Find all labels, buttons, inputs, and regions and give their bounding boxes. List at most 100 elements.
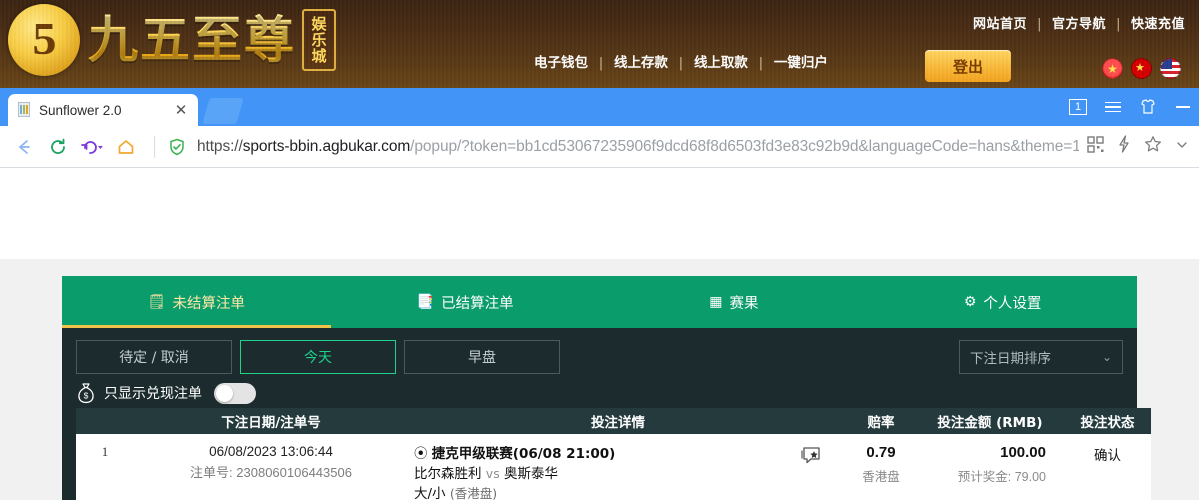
reload-icon[interactable]	[44, 133, 72, 161]
status-badge: 确认	[1094, 448, 1121, 463]
mid-link-transfer[interactable]: 一键归户	[774, 55, 828, 71]
bets-table-head: 下注日期/注单号 投注详情 赔率 投注金额 (RMB) 投注状态	[76, 408, 1151, 434]
settled-ticket-icon: 📑	[416, 294, 435, 310]
money-bag-icon: $	[76, 382, 96, 404]
bets-table: 下注日期/注单号 投注详情 赔率 投注金额 (RMB) 投注状态 1 06/08…	[76, 408, 1151, 500]
flag-cn-alt-icon[interactable]	[1102, 58, 1123, 79]
logo-badge: 娱 乐 城	[302, 9, 336, 71]
tab-unsettled-bets-label: 未结算注单	[172, 295, 246, 312]
chevron-down-icon: ⌄	[1101, 350, 1112, 364]
tab-unsettled-bets[interactable]: 🗒 未结算注单	[62, 276, 331, 328]
minimize-icon[interactable]	[1175, 106, 1191, 108]
cashout-toggle-switch[interactable]	[214, 382, 256, 404]
gear-icon: ⚙	[963, 294, 977, 310]
header-top-links: 网站首页 | 官方导航 | 快速充值	[973, 13, 1185, 32]
new-tab-button[interactable]	[202, 98, 244, 124]
mid-link-sep-3: |	[758, 55, 764, 71]
row-market: 大/小	[414, 486, 446, 500]
bookmark-star-icon[interactable]	[1144, 135, 1162, 158]
urlbar-divider	[154, 135, 155, 158]
mid-link-wallet[interactable]: 电子钱包	[534, 55, 588, 71]
filter-pending-cancelled[interactable]: 待定 / 取消	[76, 340, 232, 374]
top-link-sep-1: |	[1037, 17, 1042, 32]
table-row[interactable]: 1 06/08/2023 13:06:44 注单号: 2308060106443…	[76, 434, 1151, 500]
col-odds: 赔率	[828, 408, 934, 434]
mid-link-sep-1: |	[598, 55, 604, 71]
flag-us-icon[interactable]	[1160, 58, 1181, 79]
row-odds: 0.79	[866, 444, 896, 461]
row-status-cell: 确认	[1064, 434, 1151, 500]
more-dropdown-icon[interactable]	[1175, 137, 1189, 156]
browser-tabstrip: Sunflower 2.0 ✕ 1	[0, 88, 1199, 126]
browser-tab-title: Sunflower 2.0	[39, 102, 122, 118]
row-detail-cell: ⦿ 捷克甲级联赛(06/08 21:00) 比尔森胜利 vs 奥斯泰华 大/小 …	[408, 434, 828, 500]
logo-badge-c3: 城	[311, 47, 327, 65]
row-market-note: (香港盘)	[449, 486, 498, 500]
window-controls: 1	[1069, 88, 1191, 126]
mid-link-withdraw[interactable]: 线上取款	[694, 55, 748, 71]
url-display[interactable]: https://sports-bbin.agbukar.com/popup/?t…	[197, 138, 1079, 156]
browser-tab[interactable]: Sunflower 2.0 ✕	[8, 94, 198, 126]
tab-settled-bets-label: 已结算注单	[441, 295, 514, 312]
tab-personal-settings[interactable]: ⚙ 个人设置	[868, 276, 1137, 328]
mid-link-sep-2: |	[678, 55, 684, 71]
top-link-nav[interactable]: 官方导航	[1052, 17, 1106, 32]
logo-badge-c2: 乐	[311, 31, 327, 49]
favicon-icon	[16, 102, 31, 118]
row-vs: vs	[485, 466, 500, 481]
row-away-team: 奥斯泰华	[504, 466, 559, 482]
filter-early-market[interactable]: 早盘	[404, 340, 560, 374]
close-icon[interactable]: ✕	[172, 101, 190, 119]
flag-cn-icon[interactable]	[1131, 58, 1152, 79]
tab-count-badge[interactable]: 1	[1069, 99, 1087, 115]
url-scheme: https://	[197, 137, 243, 155]
toggle-knob	[216, 384, 233, 402]
top-link-home[interactable]: 网站首页	[973, 17, 1027, 32]
logo-badge-c1: 娱	[311, 15, 327, 33]
back-icon[interactable]	[10, 133, 38, 161]
row-odds-type: 香港盘	[862, 470, 900, 484]
tab-results[interactable]: ▦ 赛果	[600, 276, 869, 328]
svg-text:$: $	[84, 391, 89, 401]
soccer-ball-icon: ⦿	[414, 446, 428, 462]
url-path: /popup/?token=bb1cd53067235906f9dcd68f8d…	[410, 137, 1079, 155]
col-stake: 投注金额 (RMB)	[934, 408, 1064, 434]
site-header: 5 九五至尊 娱 乐 城 网站首页 | 官方导航 | 快速充值 电子钱包 | 线…	[0, 0, 1199, 90]
bet-slip-icon[interactable]	[798, 446, 822, 466]
bets-table-body: 1 06/08/2023 13:06:44 注单号: 2308060106443…	[76, 434, 1151, 500]
row-league-line: ⦿ 捷克甲级联赛(06/08 21:00)	[414, 444, 798, 464]
menu-icon[interactable]	[1105, 101, 1121, 113]
document-list-icon: 🗒	[147, 294, 166, 310]
language-flags	[1102, 58, 1181, 79]
cashout-toggle-row: $ 只显示兑现注单	[76, 374, 1123, 408]
row-stake: 100.00	[1000, 444, 1046, 461]
table-header-row: 下注日期/注单号 投注详情 赔率 投注金额 (RMB) 投注状态	[76, 408, 1151, 434]
skin-shirt-icon[interactable]	[1139, 98, 1157, 116]
filter-panel: 待定 / 取消 今天 早盘 下注日期排序 ⌄ $ 只显示兑现注单 下注日期/注单…	[62, 328, 1151, 500]
logout-button[interactable]: 登出	[925, 50, 1011, 82]
tab-settled-bets[interactable]: 📑 已结算注单	[331, 276, 600, 328]
history-back-dropdown-icon[interactable]	[78, 133, 106, 161]
sort-select[interactable]: 下注日期排序 ⌄	[959, 340, 1123, 374]
row-ticket-no: 注单号: 2308060106443506	[190, 465, 352, 480]
row-match-time: (06/08 21:00)	[512, 446, 616, 462]
row-index: 1	[76, 434, 134, 500]
tab-personal-settings-label: 个人设置	[983, 295, 1042, 312]
home-icon[interactable]	[112, 133, 140, 161]
row-home-team: 比尔森胜利	[414, 466, 482, 482]
filter-today[interactable]: 今天	[240, 340, 396, 374]
col-bet-details: 投注详情	[408, 408, 828, 434]
tab-results-label: 赛果	[729, 295, 759, 312]
row-bet-date: 06/08/2023 13:06:44	[209, 444, 333, 459]
row-date-cell: 06/08/2023 13:06:44 注单号: 230806010644350…	[134, 434, 408, 500]
mid-link-deposit[interactable]: 线上存款	[614, 55, 668, 71]
qr-code-icon[interactable]	[1087, 135, 1104, 158]
top-link-recharge[interactable]: 快速充值	[1131, 17, 1185, 32]
logo-wordmark: 九五至尊	[88, 4, 296, 76]
lightning-icon[interactable]	[1117, 135, 1131, 158]
top-link-sep-2: |	[1116, 17, 1121, 32]
site-logo[interactable]: 5 九五至尊 娱 乐 城	[8, 4, 336, 76]
filter-buttons-row: 待定 / 取消 今天 早盘 下注日期排序 ⌄	[76, 340, 1123, 374]
sort-select-value: 下注日期排序	[970, 351, 1051, 367]
cashout-toggle-label: 只显示兑现注单	[104, 386, 202, 402]
